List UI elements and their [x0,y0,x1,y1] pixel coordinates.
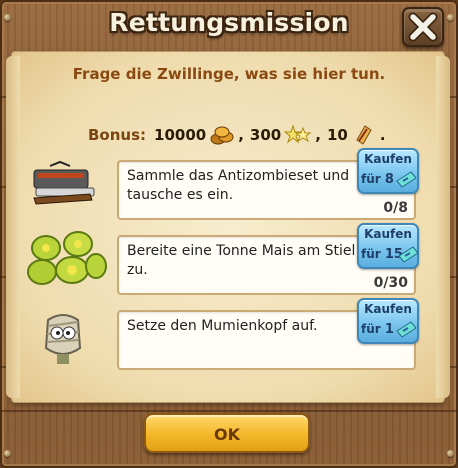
mummy-head-icon [40,310,86,366]
corn-icon [22,226,108,292]
buy-button[interactable]: Kaufen für 1 [357,298,419,344]
coins-icon [209,124,235,146]
buy-button[interactable]: Kaufen für 15 [357,223,419,269]
buy-label: Kaufen [364,227,412,241]
energy-icon [351,124,377,146]
bonus-row: Bonus: 10000 , 300 , 10 . [88,123,386,147]
quest-instruction: Frage die Zwillinge, was sie hier tun. [72,65,386,83]
buy-for-label: für 8 [361,172,394,187]
ticket-icon [396,321,417,338]
star-icon [283,124,312,146]
ok-button[interactable]: OK [144,413,310,453]
bonus-label: Bonus: [88,126,147,144]
task-progress: 0/30 [373,275,408,291]
bonus-coins-value: 10000 [154,126,207,144]
ticket-icon [398,246,419,263]
bonus-end: . [379,126,386,144]
buy-label: Kaufen [364,302,412,316]
bonus-separator: , [315,126,321,144]
bonus-energy-value: 10 [326,126,348,144]
bonus-xp-value: 300 [249,126,282,144]
dialog-title: Rettungsmission [109,8,349,37]
bonus-separator: , [238,126,244,144]
ok-label: OK [214,425,240,444]
antizombie-kit-icon [30,160,96,210]
ticket-icon [396,171,417,188]
task-text: Bereite eine Tonne Mais am Stiel zu. [127,243,356,278]
buy-button[interactable]: Kaufen für 8 [357,148,419,194]
task-text: Sammle das Antizombieset und tausche es … [127,168,350,203]
close-icon [408,12,438,42]
close-button[interactable] [402,7,444,47]
task-text: Setze den Mumienkopf auf. [127,318,318,334]
buy-for-label: für 1 [361,322,394,337]
task-progress: 0/8 [383,200,408,216]
buy-label: Kaufen [364,152,412,166]
